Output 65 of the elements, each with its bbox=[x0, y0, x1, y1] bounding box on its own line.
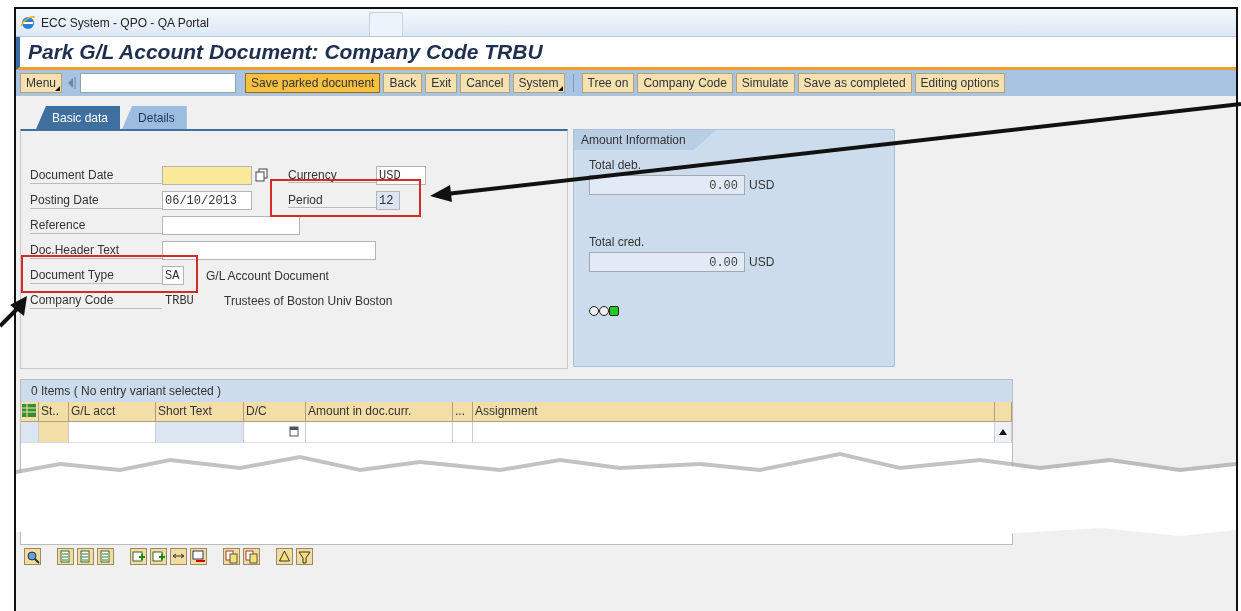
field-value: TRBU bbox=[164, 293, 195, 310]
filter-icon[interactable] bbox=[296, 548, 313, 565]
field-label: Total cred. bbox=[589, 235, 646, 249]
input-field[interactable]: 12 bbox=[376, 191, 400, 210]
toolbar-button[interactable]: Editing options bbox=[914, 73, 1006, 93]
table-cell[interactable] bbox=[473, 422, 995, 443]
amount-field: 0.00 bbox=[589, 175, 745, 195]
toolbar-button[interactable]: Back bbox=[383, 73, 423, 93]
command-field[interactable] bbox=[80, 73, 237, 93]
list-icon[interactable] bbox=[77, 548, 94, 565]
input-field[interactable] bbox=[162, 216, 300, 235]
table-settings-icon[interactable] bbox=[21, 402, 37, 419]
list-icon[interactable] bbox=[97, 548, 114, 565]
table-cell[interactable] bbox=[244, 422, 306, 443]
insert-row-icon[interactable] bbox=[150, 548, 167, 565]
copy-icon[interactable] bbox=[243, 548, 260, 565]
toolbar-button[interactable]: Tree on bbox=[581, 73, 635, 93]
list-icon[interactable] bbox=[57, 548, 74, 565]
field-description: Trustees of Boston Univ Boston bbox=[224, 293, 393, 308]
insert-row-icon[interactable] bbox=[130, 548, 147, 565]
table-title: 0 Items ( No entry variant selected ) bbox=[21, 380, 1012, 402]
toolbar-button[interactable]: Company Code bbox=[637, 73, 733, 93]
tab[interactable]: Basic data bbox=[36, 106, 121, 129]
toolbar-button[interactable]: Cancel bbox=[460, 73, 510, 93]
arrows-icon[interactable] bbox=[170, 548, 187, 565]
column-header[interactable]: St.. bbox=[39, 402, 69, 422]
input-field[interactable] bbox=[162, 241, 376, 260]
tab[interactable]: Details bbox=[122, 106, 187, 129]
panel-title: Amount Information bbox=[574, 130, 716, 150]
delete-row-icon[interactable] bbox=[190, 548, 207, 565]
dropdown-icon[interactable] bbox=[289, 426, 299, 437]
currency-label: USD bbox=[749, 178, 775, 192]
copy-icon[interactable] bbox=[254, 167, 270, 184]
table-cell bbox=[39, 422, 69, 443]
column-header[interactable]: D/C bbox=[244, 402, 306, 422]
table-cell[interactable] bbox=[453, 422, 473, 443]
amount-field: 0.00 bbox=[589, 252, 745, 272]
column-header[interactable]: Assignment bbox=[473, 402, 995, 422]
table-cell[interactable] bbox=[69, 422, 156, 443]
browser-logo-icon bbox=[20, 14, 36, 31]
toolbar-button[interactable]: Save parked document bbox=[245, 73, 381, 93]
field-label: Company Code bbox=[30, 292, 162, 309]
menu-button[interactable]: Menu bbox=[20, 73, 63, 93]
header-cell bbox=[995, 402, 1012, 422]
column-header[interactable]: G/L acct bbox=[69, 402, 156, 422]
toolbar-button[interactable]: Simulate bbox=[735, 73, 795, 93]
menu-button[interactable]: System bbox=[512, 73, 565, 93]
input-field[interactable]: 06/10/2013 bbox=[162, 191, 252, 210]
window-title: ECC System - QPO - QA Portal bbox=[41, 15, 210, 30]
column-header[interactable]: Short Text bbox=[156, 402, 244, 422]
copy-icon[interactable] bbox=[223, 548, 240, 565]
scroll-up-icon[interactable] bbox=[998, 428, 1008, 436]
input-field[interactable] bbox=[162, 166, 252, 185]
field-label: Total deb. bbox=[589, 158, 643, 172]
search-icon[interactable] bbox=[24, 548, 41, 565]
field-description: G/L Account Document bbox=[206, 268, 329, 283]
currency-label: USD bbox=[749, 255, 775, 269]
table-cell[interactable] bbox=[306, 422, 453, 443]
toolbar-button[interactable]: Save as completed bbox=[797, 73, 912, 93]
column-header[interactable]: ... bbox=[453, 402, 473, 422]
toolbar-button[interactable]: Exit bbox=[425, 73, 458, 93]
column-header[interactable]: Amount in doc.curr. bbox=[306, 402, 453, 422]
page-title: Park G/L Account Document: Company Code TRBU bbox=[28, 40, 544, 64]
sort-icon[interactable] bbox=[276, 548, 293, 565]
input-field[interactable]: SA bbox=[162, 266, 184, 285]
